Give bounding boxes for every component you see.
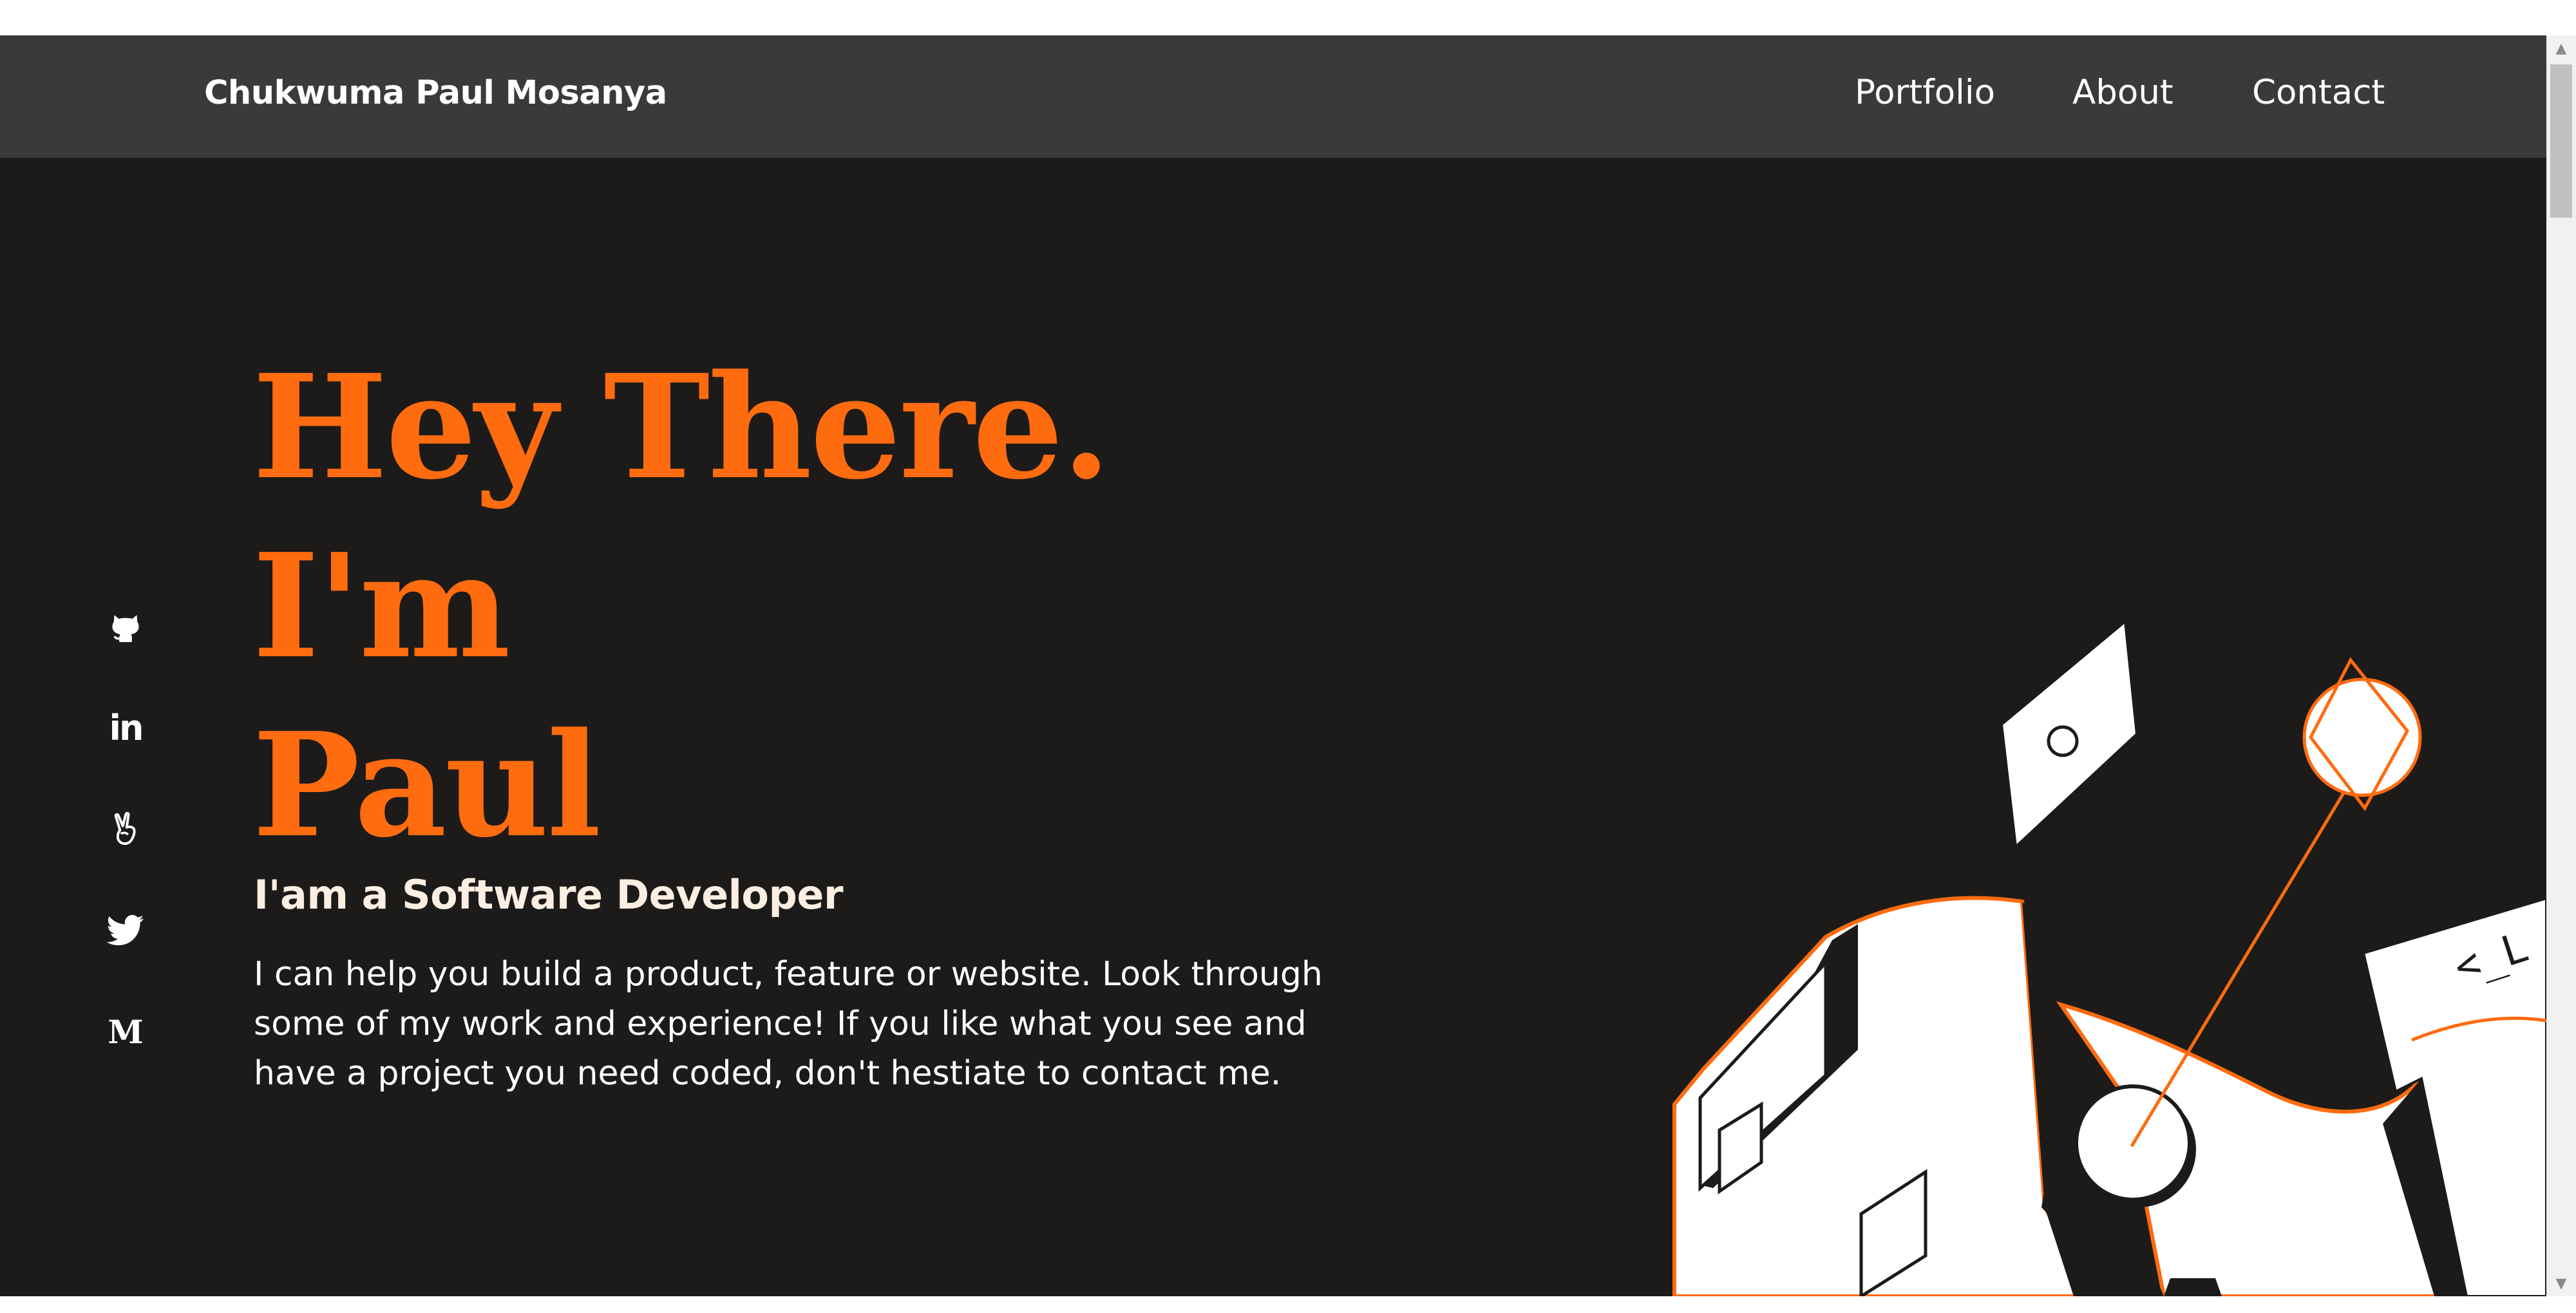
top-navbar: Chukwuma Paul Mosanya Portfolio About Co… bbox=[0, 35, 2546, 158]
scrollbar-thumb[interactable] bbox=[2550, 64, 2572, 218]
scroll-up-arrow-icon[interactable]: ▲ bbox=[2546, 35, 2576, 61]
hero-intro-text: I can help you build a product, feature … bbox=[254, 955, 1323, 1093]
github-icon[interactable] bbox=[103, 605, 148, 650]
peace-hand-icon[interactable] bbox=[103, 806, 148, 851]
nav-link-contact[interactable]: Contact bbox=[2252, 73, 2385, 112]
nav-link-about[interactable]: About bbox=[2072, 73, 2174, 112]
page-viewport: Chukwuma Paul Mosanya Portfolio About Co… bbox=[0, 35, 2546, 1296]
twitter-icon[interactable] bbox=[103, 908, 148, 953]
scroll-down-arrow-icon[interactable]: ▼ bbox=[2546, 1270, 2576, 1296]
hero-subtitle: I'am a Software Developer bbox=[254, 871, 844, 918]
site-brand[interactable]: Chukwuma Paul Mosanya bbox=[204, 74, 667, 112]
hero-title-line-1: Hey There. I'm bbox=[252, 344, 1112, 690]
vertical-scrollbar[interactable]: ▲ ▼ bbox=[2546, 35, 2576, 1296]
linkedin-icon[interactable]: in bbox=[103, 705, 148, 750]
medium-icon[interactable]: M bbox=[103, 1009, 148, 1054]
hero-title: Hey There. I'm Paul bbox=[252, 338, 1347, 875]
nav-link-portfolio[interactable]: Portfolio bbox=[1855, 73, 1995, 112]
hero-illustration: <_L bbox=[1672, 619, 2546, 1296]
hero-title-line-2: Paul bbox=[252, 702, 601, 869]
